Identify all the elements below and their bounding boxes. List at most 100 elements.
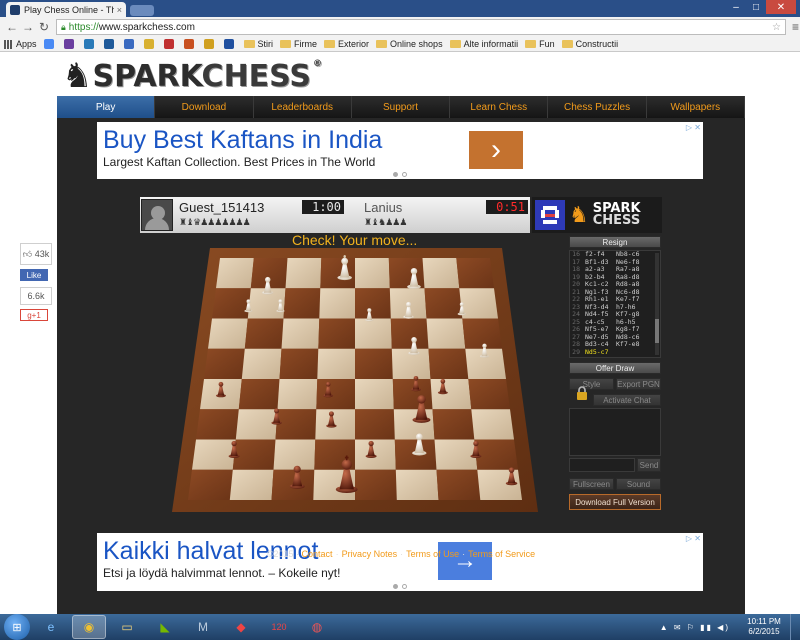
app-taskbar-icon[interactable]: ◆ [224, 615, 258, 639]
board-square[interactable] [283, 288, 321, 319]
move-row[interactable]: 16 f2-f4 Nb8-c6 [570, 251, 660, 259]
board-square[interactable] [422, 258, 460, 289]
fullscreen-button[interactable]: Fullscreen [569, 478, 614, 490]
chess-board[interactable] [172, 246, 538, 512]
board-square[interactable] [232, 439, 276, 470]
board-square[interactable] [273, 439, 316, 470]
nav-download[interactable]: Download [155, 96, 254, 118]
browser-tab[interactable]: Play Chess Online - The P × [6, 2, 126, 17]
move-row[interactable]: 22 Rh1-e1 Ke7-f7 [570, 295, 660, 304]
ad-choices-icon[interactable]: ▷ ✕ [686, 123, 701, 132]
board-square[interactable] [318, 318, 355, 349]
ad-pager-dot[interactable] [402, 172, 407, 177]
board-square[interactable] [212, 288, 251, 319]
show-desktop-button[interactable] [790, 614, 800, 640]
bookmark-folder[interactable]: Exterior [324, 39, 369, 49]
chat-input[interactable] [569, 458, 635, 472]
internet-explorer-taskbar-icon[interactable]: e [34, 615, 68, 639]
bookmark-item[interactable] [223, 39, 237, 49]
board-square[interactable] [468, 379, 510, 410]
nav-wallpapers[interactable]: Wallpapers [647, 96, 745, 118]
board-square[interactable] [456, 258, 494, 289]
board-square[interactable] [426, 318, 466, 349]
board-square[interactable] [388, 258, 425, 289]
board-square[interactable] [188, 469, 233, 500]
top-ad-title[interactable]: Buy Best Kaftans in India [103, 126, 382, 155]
nav-play[interactable]: Play [57, 96, 156, 118]
footer-link-terms-of-service[interactable]: Terms of Service [468, 549, 535, 559]
move-list[interactable]: 16 f2-f4 Nb8-c6 17 Bf1-d3 Ne6-f8 18 a2-a3 Ra7-a8… [569, 250, 661, 358]
ad-pager-dot[interactable] [393, 172, 398, 177]
board-square[interactable] [392, 379, 433, 410]
board-square[interactable] [432, 409, 475, 440]
top-ad-banner[interactable]: Buy Best Kaftans in India Largest Kaftan… [97, 122, 703, 179]
browser-menu-icon[interactable]: ≡ [792, 20, 799, 34]
bookmark-item[interactable] [83, 39, 97, 49]
board-square[interactable] [355, 379, 394, 410]
board-square[interactable] [285, 258, 322, 289]
reload-button[interactable]: ↻ [36, 19, 52, 35]
board-square[interactable] [393, 409, 435, 440]
board-square[interactable] [462, 318, 502, 349]
board-square[interactable] [315, 409, 355, 440]
move-row[interactable]: 29 Nd5-c7 [570, 348, 660, 357]
sound-button[interactable]: Sound [616, 478, 661, 490]
bookmark-item[interactable] [63, 39, 77, 49]
activate-chat-button[interactable]: Activate Chat [593, 394, 661, 406]
board-square[interactable] [355, 288, 391, 319]
bookmark-folder[interactable]: Constructii [561, 39, 618, 49]
app-120-taskbar-icon[interactable]: 120 [262, 615, 296, 639]
bookmark-item[interactable] [123, 39, 137, 49]
google-plus-button[interactable]: g+1 [20, 309, 48, 321]
board-square[interactable] [244, 318, 284, 349]
board-square[interactable] [355, 409, 395, 440]
file-explorer-taskbar-icon[interactable]: ▭ [110, 615, 144, 639]
move-row[interactable]: 25 c4-c5 h6-h5 [570, 318, 660, 327]
board-square[interactable] [390, 318, 429, 349]
board-square[interactable] [477, 469, 522, 500]
board-square[interactable] [355, 318, 392, 349]
ad-pager-dot[interactable] [393, 584, 398, 589]
bookmark-item[interactable] [203, 39, 217, 49]
board-square[interactable] [241, 348, 282, 379]
bookmark-item[interactable] [143, 39, 157, 49]
app-globe-taskbar-icon[interactable]: ◍ [300, 615, 334, 639]
bookmark-folder[interactable]: Alte informatii [449, 39, 518, 49]
board-square[interactable] [281, 318, 320, 349]
move-list-scroll-thumb[interactable] [655, 319, 659, 343]
ad-choices-icon[interactable]: ▷ ✕ [686, 534, 701, 543]
board-square[interactable] [355, 348, 393, 379]
facebook-like-button[interactable]: Like [20, 269, 48, 281]
sparkchess-logo[interactable]: ♞ SPARKCHESS ® [62, 56, 322, 96]
bookmark-item[interactable] [163, 39, 177, 49]
move-row[interactable]: 28 Bd3-c4 Kf7-e8 [570, 340, 660, 349]
move-row[interactable]: 17 Bf1-d3 Ne6-f8 [570, 258, 660, 267]
bookmark-folder[interactable]: Firme [280, 39, 317, 49]
footer-link-contact[interactable]: Contact [302, 549, 333, 559]
tab-close-icon[interactable]: × [117, 5, 122, 15]
bookmark-apps[interactable]: Apps [4, 39, 37, 49]
board-square[interactable] [277, 379, 318, 410]
m-app-taskbar-icon[interactable]: M [186, 615, 220, 639]
board-square[interactable] [196, 409, 239, 440]
address-bar[interactable]: 🔒︎ https:// www.sparkchess.com ☆ [56, 19, 786, 35]
tray-icons[interactable]: ▲ ✉ ⚐ ▮▮ ◀) [660, 623, 730, 632]
board-square[interactable] [355, 469, 397, 500]
nav-support[interactable]: Support [352, 96, 451, 118]
ad-pager-dot[interactable] [402, 584, 407, 589]
bookmark-folder[interactable]: Stiri [243, 39, 273, 49]
move-row[interactable]: 23 Nf3-d4 h7-h6 [570, 303, 660, 312]
move-row[interactable]: 21 Ng1-f3 Nc6-d8 [570, 288, 660, 297]
move-row[interactable]: 24 Nd4-f5 Kf7-g8 [570, 310, 660, 319]
footer-link-terms-of-use[interactable]: Terms of Use [406, 549, 459, 559]
board-square[interactable] [430, 379, 472, 410]
nav-leaderboards[interactable]: Leaderboards [254, 96, 352, 118]
board-square[interactable] [192, 439, 236, 470]
send-button[interactable]: Send [637, 458, 661, 472]
board-square[interactable] [355, 258, 390, 289]
board-square[interactable] [471, 409, 514, 440]
close-window-button[interactable]: ✕ [766, 0, 796, 14]
bookmark-star-icon[interactable]: ☆ [772, 22, 781, 33]
bookmark-item[interactable] [103, 39, 117, 49]
board-square[interactable] [238, 379, 280, 410]
